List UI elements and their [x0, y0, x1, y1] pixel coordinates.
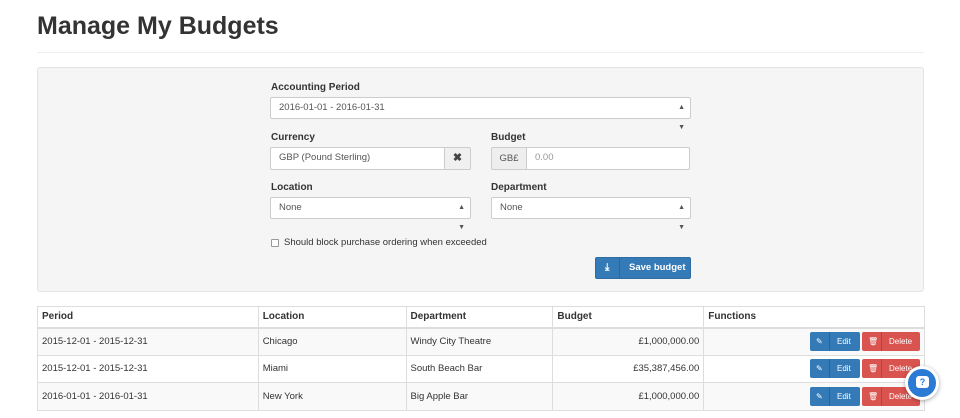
- select-arrows-icon: ▲ ▼: [678, 104, 685, 131]
- edit-label: Edit: [837, 391, 851, 401]
- row-functions: ✎ Edit 🗑 Delete: [703, 327, 925, 356]
- trash-icon: 🗑: [868, 364, 879, 374]
- row-location: Miami: [257, 354, 407, 383]
- trash-icon: 🗑: [868, 337, 879, 346]
- edit-icon: ✎: [816, 364, 823, 374]
- table-row: 2015-12-01 - 2015-12-31 Chicago Windy Ci…: [37, 327, 925, 356]
- row-functions: ✎ Edit 🗑 Delete: [703, 382, 925, 411]
- edit-button[interactable]: ✎ Edit: [810, 386, 860, 406]
- row-department: South Beach Bar: [405, 354, 554, 383]
- select-arrows-icon: ▲ ▼: [458, 204, 465, 231]
- trash-icon: 🗑: [868, 391, 879, 401]
- row-budget: £35,387,456.00: [552, 354, 705, 383]
- button-separator: [829, 386, 830, 406]
- row-department: Big Apple Bar: [405, 382, 554, 411]
- button-separator: [881, 359, 882, 379]
- location-label: Location: [271, 182, 313, 193]
- currency-clear-button[interactable]: ✖: [444, 147, 471, 170]
- department-value: None: [500, 202, 523, 213]
- button-separator: [829, 332, 830, 351]
- department-label: Department: [491, 182, 547, 193]
- accounting-period-label: Accounting Period: [271, 82, 360, 93]
- block-ordering-label[interactable]: Should block purchase ordering when exce…: [284, 237, 487, 248]
- save-budget-button[interactable]: ⤓ Save budget: [595, 257, 691, 279]
- budgets-table: Period Location Department Budget Functi…: [37, 306, 925, 411]
- currency-value: GBP (Pound Sterling): [279, 152, 371, 163]
- row-budget: £1,000,000.00: [552, 382, 705, 411]
- budget-currency-prefix: GB£: [491, 147, 527, 170]
- times-icon: ✖: [452, 152, 463, 164]
- row-period: 2016-01-01 - 2016-01-31: [37, 382, 259, 411]
- budget-amount-input[interactable]: 0.00: [526, 147, 690, 170]
- button-separator: [619, 258, 620, 278]
- header-budget: Budget: [552, 306, 705, 329]
- location-select[interactable]: None ▲ ▼: [270, 197, 471, 231]
- edit-icon: ✎: [816, 391, 823, 401]
- title-divider: [37, 52, 924, 53]
- edit-icon: ✎: [816, 337, 823, 346]
- header-period: Period: [37, 306, 259, 329]
- row-budget: £1,000,000.00: [552, 327, 705, 356]
- table-row: 2016-01-01 - 2016-01-31 New York Big App…: [37, 382, 925, 411]
- department-select[interactable]: None ▲ ▼: [491, 197, 691, 231]
- row-period: 2015-12-01 - 2015-12-31: [37, 354, 259, 383]
- save-budget-label: Save budget: [629, 262, 686, 273]
- download-icon: ⤓: [605, 262, 610, 273]
- header-functions: Functions: [703, 306, 925, 329]
- row-department: Windy City Theatre: [405, 327, 554, 356]
- page-title: Manage My Budgets: [37, 12, 279, 40]
- location-value: None: [279, 202, 302, 213]
- delete-label: Delete: [889, 337, 913, 346]
- block-ordering-checkbox[interactable]: [271, 239, 279, 247]
- select-arrows-icon: ▲ ▼: [678, 204, 685, 231]
- row-period: 2015-12-01 - 2015-12-31: [37, 327, 259, 356]
- table-row: 2015-12-01 - 2015-12-31 Miami South Beac…: [37, 354, 925, 383]
- edit-label: Edit: [837, 337, 851, 346]
- row-functions: ✎ Edit 🗑 Delete: [703, 354, 925, 383]
- budget-label: Budget: [491, 132, 526, 143]
- header-department: Department: [405, 306, 554, 329]
- button-separator: [881, 332, 882, 351]
- help-chat-button[interactable]: ?: [905, 366, 939, 400]
- edit-button[interactable]: ✎ Edit: [810, 332, 860, 351]
- currency-input[interactable]: GBP (Pound Sterling): [270, 147, 445, 170]
- row-location: Chicago: [257, 327, 407, 356]
- currency-label: Currency: [271, 132, 315, 143]
- edit-button[interactable]: ✎ Edit: [810, 359, 860, 379]
- table-header-row: Period Location Department Budget Functi…: [37, 306, 925, 329]
- accounting-period-value: 2016-01-01 - 2016-01-31: [279, 102, 385, 113]
- button-separator: [829, 359, 830, 379]
- delete-button[interactable]: 🗑 Delete: [862, 332, 920, 351]
- accounting-period-select[interactable]: 2016-01-01 - 2016-01-31 ▲ ▼: [270, 97, 691, 131]
- budget-amount-placeholder: 0.00: [535, 152, 554, 163]
- header-location: Location: [257, 306, 407, 329]
- help-chat-icon: ?: [916, 376, 929, 388]
- row-location: New York: [257, 382, 407, 411]
- edit-label: Edit: [837, 364, 851, 374]
- button-separator: [881, 386, 882, 406]
